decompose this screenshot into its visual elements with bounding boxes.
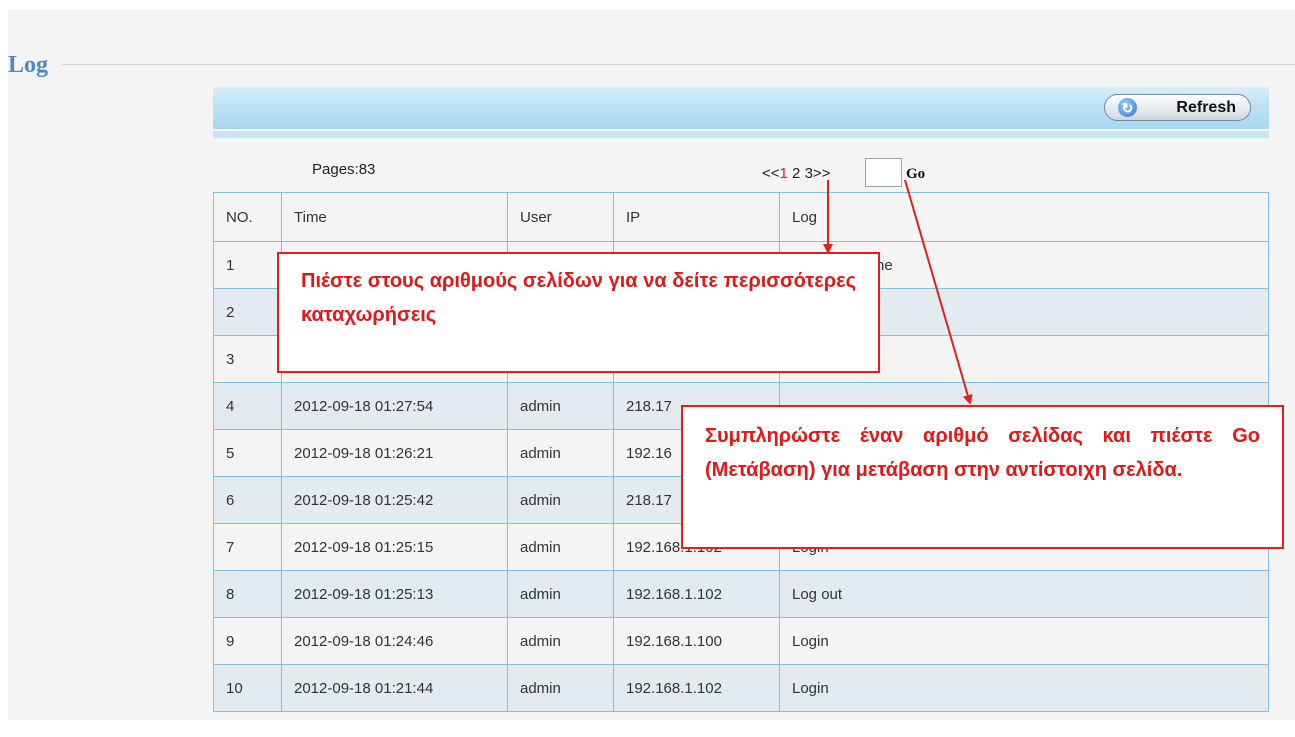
- page-numbers-annotation: Πιέστε στους αριθμούς σελίδων για να δεί…: [277, 252, 880, 373]
- refresh-button[interactable]: ↻ Refresh: [1104, 94, 1251, 121]
- cell-no: 1: [213, 241, 282, 289]
- cell-user: admin: [507, 570, 614, 618]
- cell-time: 2012-09-18 01:21:44: [281, 664, 508, 712]
- refresh-icon: ↻: [1118, 98, 1137, 117]
- table-header-row: NO. Time User IP Log: [213, 192, 1269, 242]
- cell-user: admin: [507, 429, 614, 477]
- page-link-1[interactable]: 1: [780, 165, 788, 182]
- cell-time: 2012-09-18 01:26:21: [281, 429, 508, 477]
- cell-ip: 192.168.1.100: [613, 617, 780, 665]
- cell-no: 7: [213, 523, 282, 571]
- column-header-log: Log: [779, 192, 1269, 242]
- cell-user: admin: [507, 523, 614, 571]
- column-header-ip: IP: [613, 192, 780, 242]
- table-row: 10 2012-09-18 01:21:44 admin 192.168.1.1…: [213, 664, 1269, 712]
- go-annotation-text: Συμπληρώστε έναν αριθμό σελίδας και πιέσ…: [705, 425, 1260, 481]
- cell-no: 6: [213, 476, 282, 524]
- title-divider: [62, 64, 1295, 65]
- cell-ip: 192.168.1.102: [613, 664, 780, 712]
- cell-time: 2012-09-18 01:27:54: [281, 382, 508, 430]
- page-title: Log: [8, 52, 49, 78]
- cell-user: admin: [507, 476, 614, 524]
- prev-page-link[interactable]: <<: [762, 165, 780, 182]
- refresh-button-label: Refresh: [1176, 98, 1236, 116]
- cell-log: Log out: [779, 570, 1269, 618]
- go-annotation: Συμπληρώστε έναν αριθμό σελίδας και πιέσ…: [681, 405, 1284, 549]
- page-number-input[interactable]: [865, 158, 902, 187]
- cell-ip: 192.168.1.102: [613, 570, 780, 618]
- cell-no: 9: [213, 617, 282, 665]
- toolbar-underline: [213, 131, 1269, 138]
- page-count: Pages:83: [312, 161, 376, 178]
- page-numbers-annotation-text: Πιέστε στους αριθμούς σελίδων για να δεί…: [301, 270, 856, 326]
- cell-log: Login: [779, 617, 1269, 665]
- cell-no: 5: [213, 429, 282, 477]
- page-link-3[interactable]: 3: [805, 165, 813, 182]
- cell-time: 2012-09-18 01:24:46: [281, 617, 508, 665]
- cell-no: 2: [213, 288, 282, 336]
- cell-log: Login: [779, 664, 1269, 712]
- cell-no: 8: [213, 570, 282, 618]
- table-row: 9 2012-09-18 01:24:46 admin 192.168.1.10…: [213, 617, 1269, 665]
- cell-user: admin: [507, 617, 614, 665]
- cell-time: 2012-09-18 01:25:15: [281, 523, 508, 571]
- pagination: <<1 2 3>>: [762, 165, 830, 182]
- table-row: 8 2012-09-18 01:25:13 admin 192.168.1.10…: [213, 570, 1269, 618]
- next-page-link[interactable]: >>: [813, 165, 831, 182]
- cell-time: 2012-09-18 01:25:13: [281, 570, 508, 618]
- cell-time: 2012-09-18 01:25:42: [281, 476, 508, 524]
- page-link-2[interactable]: 2: [792, 165, 800, 182]
- column-header-time: Time: [281, 192, 508, 242]
- cell-no: 4: [213, 382, 282, 430]
- cell-user: admin: [507, 382, 614, 430]
- cell-no: 10: [213, 664, 282, 712]
- cell-no: 3: [213, 335, 282, 383]
- go-button[interactable]: Go: [906, 166, 925, 183]
- cell-user: admin: [507, 664, 614, 712]
- column-header-user: User: [507, 192, 614, 242]
- column-header-no: NO.: [213, 192, 282, 242]
